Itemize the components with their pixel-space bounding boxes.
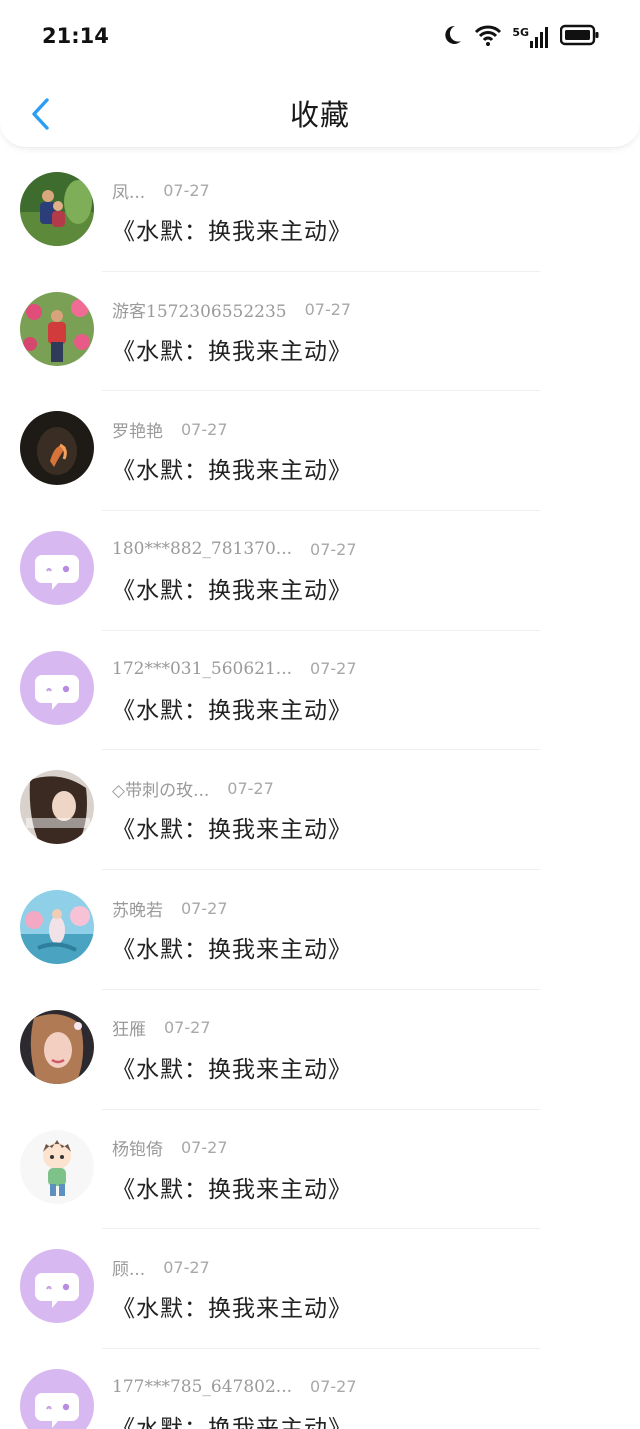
favorite-item[interactable]: 杨铇倚 07-27 《水默：换我来主动》 [0, 1110, 640, 1230]
app-header: 21:14 5G 收藏 [0, 0, 640, 148]
favorite-date: 07-27 [227, 778, 274, 798]
favorite-item[interactable]: 177***785_647802... 07-27 《水默：换我来主动》 [0, 1349, 640, 1429]
signal-icon: 5G [512, 26, 550, 48]
item-meta: 罗艳艳 07-27 [112, 417, 228, 442]
avatar[interactable] [20, 770, 94, 845]
favorite-date: 07-27 [310, 659, 357, 679]
item-meta: 172***031_560621... 07-27 [112, 657, 357, 681]
network-label: 5G [512, 26, 529, 39]
favorite-title[interactable]: 《水默：换我来主动》 [112, 1289, 352, 1323]
favorite-date: 07-27 [163, 180, 210, 200]
favorite-date: 07-27 [163, 1257, 210, 1277]
favorite-date: 07-27 [181, 898, 228, 918]
username: 顾... [112, 1259, 146, 1280]
favorite-date: 07-27 [310, 539, 357, 559]
default-avatar-icon[interactable] [20, 1249, 94, 1324]
username: 狂雁 [112, 1020, 146, 1041]
favorite-item[interactable]: 172***031_560621... 07-27 《水默：换我来主动》 [0, 631, 640, 751]
favorite-date: 07-27 [181, 419, 228, 439]
item-meta: 游客1572306552235 07-27 [112, 298, 351, 322]
favorite-title[interactable]: 《水默：换我来主动》 [112, 332, 352, 366]
avatar[interactable] [20, 1009, 94, 1084]
item-meta: 177***785_647802... 07-27 [112, 1375, 357, 1399]
favorite-item[interactable]: 游客1572306552235 07-27 《水默：换我来主动》 [0, 272, 640, 392]
favorite-date: 07-27 [310, 1377, 357, 1397]
favorite-item[interactable]: 顾... 07-27 《水默：换我来主动》 [0, 1229, 640, 1349]
username: ◇带刺の玫... [112, 780, 210, 801]
username: 180***882_781370... [112, 539, 293, 560]
favorite-title[interactable]: 《水默：换我来主动》 [112, 571, 352, 605]
favorite-title[interactable]: 《水默：换我来主动》 [112, 1170, 352, 1204]
favorite-date: 07-27 [181, 1138, 228, 1157]
default-avatar-icon[interactable] [20, 1368, 94, 1429]
default-avatar-icon[interactable] [20, 650, 94, 725]
status-time: 21:14 [42, 24, 109, 48]
item-meta: 180***882_781370... 07-27 [112, 537, 357, 561]
favorites-list: 凤... 07-27 《水默：换我来主动》 游客1572306552235 07-27 《… [0, 152, 640, 1429]
favorite-title[interactable]: 《水默：换我来主动》 [112, 212, 352, 246]
page-title: 收藏 [289, 98, 350, 132]
username: 罗艳艳 [112, 421, 163, 442]
favorite-title[interactable]: 《水默：换我来主动》 [112, 810, 352, 844]
wifi-icon [474, 23, 502, 51]
favorite-date: 07-27 [304, 300, 352, 320]
avatar[interactable] [20, 291, 94, 366]
item-meta: ◇带刺の玫... 07-27 [112, 776, 274, 801]
favorite-title[interactable]: 《水默：换我来主动》 [112, 930, 352, 964]
username: 游客1572306552235 [112, 302, 287, 323]
item-meta: 凤... 07-27 [112, 178, 210, 203]
avatar[interactable] [20, 1129, 94, 1204]
favorite-item[interactable]: 凤... 07-27 《水默：换我来主动》 [0, 152, 640, 272]
favorite-item[interactable]: 罗艳艳 07-27 《水默：换我来主动》 [0, 391, 640, 512]
avatar[interactable] [20, 172, 94, 246]
favorite-item[interactable]: 苏晚若 07-27 《水默：换我来主动》 [0, 870, 640, 990]
default-avatar-icon[interactable] [20, 531, 94, 606]
battery-icon [559, 24, 600, 50]
favorite-title[interactable]: 《水默：换我来主动》 [112, 1409, 352, 1429]
status-icons: 5G [440, 22, 600, 52]
favorite-title[interactable]: 《水默：换我来主动》 [112, 691, 352, 725]
username: 凤... [112, 182, 146, 203]
favorite-title[interactable]: 《水默：换我来主动》 [112, 1050, 352, 1084]
item-meta: 顾... 07-27 [112, 1255, 210, 1280]
item-meta: 杨铇倚 07-27 [112, 1136, 228, 1160]
avatar[interactable] [20, 411, 94, 486]
favorite-title[interactable]: 《水默：换我来主动》 [112, 451, 352, 485]
username: 177***785_647802... [112, 1376, 293, 1397]
item-meta: 狂雁 07-27 [112, 1016, 211, 1040]
favorite-item[interactable]: 狂雁 07-27 《水默：换我来主动》 [0, 990, 640, 1110]
username: 172***031_560621... [112, 658, 293, 679]
item-meta: 苏晚若 07-27 [112, 896, 228, 921]
favorite-date: 07-27 [164, 1018, 211, 1038]
favorite-item[interactable]: ◇带刺の玫... 07-27 《水默：换我来主动》 [0, 750, 640, 871]
moon-icon [440, 23, 464, 51]
favorite-item[interactable]: 180***882_781370... 07-27 《水默：换我来主动》 [0, 511, 640, 631]
username: 杨铇倚 [112, 1140, 163, 1160]
avatar[interactable] [20, 890, 94, 965]
username: 苏晚若 [112, 900, 163, 921]
